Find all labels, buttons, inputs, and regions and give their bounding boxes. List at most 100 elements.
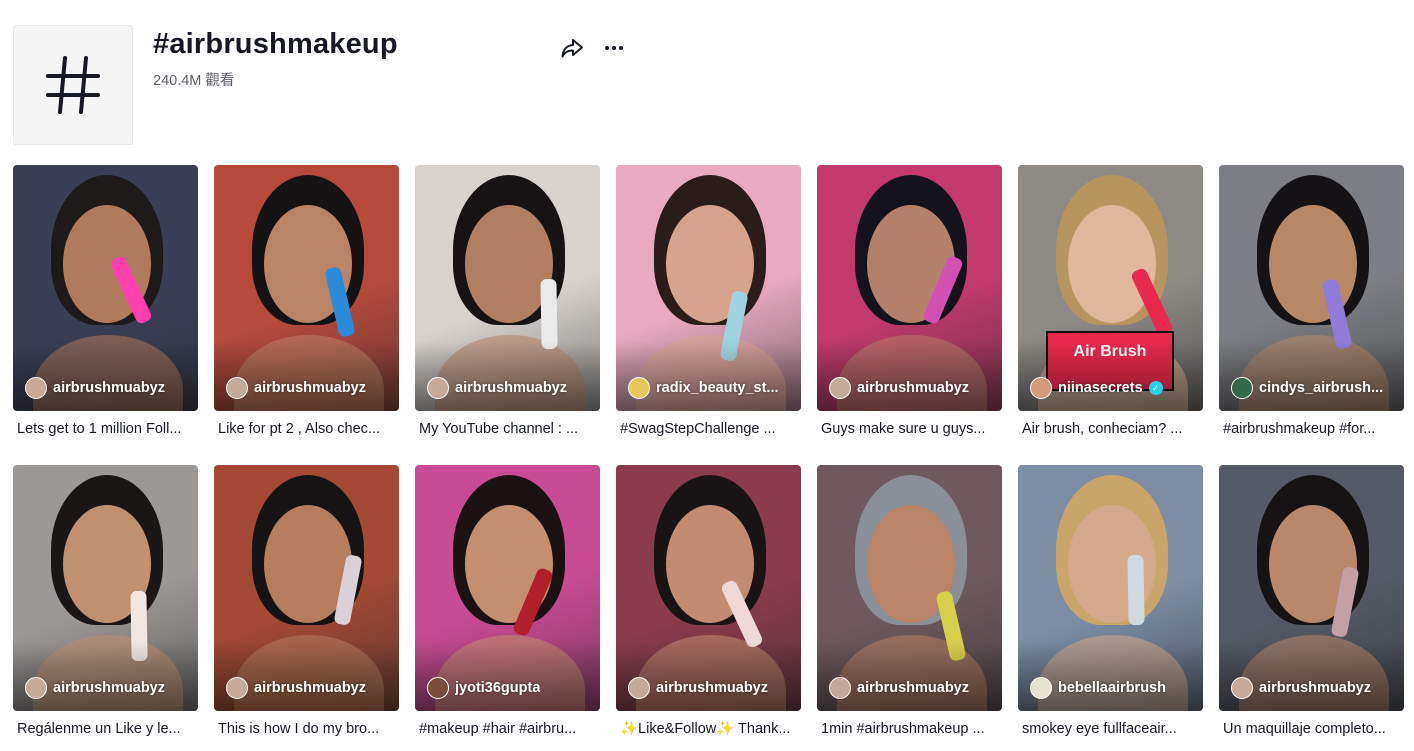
creator-link[interactable]: airbrushmuabyz: [427, 377, 567, 399]
video-card[interactable]: airbrushmuabyz Lets get to 1 million Foll…: [13, 165, 198, 465]
creator-link[interactable]: bebellaairbrush: [1030, 677, 1166, 699]
avatar: [1030, 377, 1052, 399]
video-thumbnail[interactable]: bebellaairbrush: [1018, 465, 1203, 711]
video-thumbnail[interactable]: airbrushmuabyz: [13, 465, 198, 711]
thumbnail-gradient: [817, 341, 1002, 411]
video-caption[interactable]: 1min #airbrushmakeup ...: [817, 719, 1000, 739]
video-card[interactable]: radix_beauty_st... #SwagStepChallenge ...: [616, 165, 801, 465]
video-caption[interactable]: Regálenme un Like y le...: [13, 719, 196, 739]
video-card[interactable]: airbrushmuabyz 1min #airbrushmakeup ...: [817, 465, 1002, 751]
creator-name: airbrushmuabyz: [254, 680, 366, 696]
video-grid: airbrushmuabyz Lets get to 1 million Foll…: [13, 165, 1406, 751]
creator-link[interactable]: radix_beauty_st...: [628, 377, 779, 399]
video-thumbnail[interactable]: Air Brushniinasecrets✓: [1018, 165, 1203, 411]
video-thumbnail[interactable]: airbrushmuabyz: [415, 165, 600, 411]
video-caption[interactable]: #SwagStepChallenge ...: [616, 419, 799, 439]
creator-link[interactable]: airbrushmuabyz: [628, 677, 768, 699]
hashtag-header: #airbrushmakeup 240.4M 觀看: [13, 25, 713, 145]
video-thumbnail[interactable]: airbrushmuabyz: [214, 465, 399, 711]
creator-name: airbrushmuabyz: [53, 680, 165, 696]
thumbnail-gradient: [616, 341, 801, 411]
thumbnail-gradient: [13, 641, 198, 711]
video-thumbnail[interactable]: radix_beauty_st...: [616, 165, 801, 411]
avatar: [25, 377, 47, 399]
thumbnail-gradient: [415, 641, 600, 711]
video-thumbnail[interactable]: airbrushmuabyz: [1219, 465, 1404, 711]
video-thumbnail[interactable]: airbrushmuabyz: [616, 465, 801, 711]
video-thumbnail[interactable]: airbrushmuabyz: [817, 165, 1002, 411]
video-thumbnail[interactable]: jyoti36gupta: [415, 465, 600, 711]
video-caption[interactable]: Like for pt 2 , Also chec...: [214, 419, 397, 439]
video-caption[interactable]: My YouTube channel : ...: [415, 419, 598, 439]
creator-link[interactable]: jyoti36gupta: [427, 677, 540, 699]
hashtag-view-count: 240.4M 觀看: [153, 73, 235, 89]
video-caption[interactable]: This is how I do my bro...: [214, 719, 397, 739]
creator-name: airbrushmuabyz: [857, 680, 969, 696]
video-card[interactable]: airbrushmuabyz ✨Like&Follow✨ Thank...: [616, 465, 801, 751]
creator-link[interactable]: niinasecrets ✓: [1030, 377, 1163, 399]
video-caption[interactable]: smokey eye fullfaceair...: [1018, 719, 1201, 739]
creator-name: airbrushmuabyz: [656, 680, 768, 696]
video-card[interactable]: bebellaairbrush smokey eye fullfaceair...: [1018, 465, 1203, 751]
avatar: [226, 677, 248, 699]
video-thumbnail[interactable]: airbrushmuabyz: [13, 165, 198, 411]
creator-name: airbrushmuabyz: [254, 380, 366, 396]
thumbnail-gradient: [817, 641, 1002, 711]
creator-link[interactable]: airbrushmuabyz: [226, 377, 366, 399]
video-thumbnail[interactable]: airbrushmuabyz: [817, 465, 1002, 711]
video-card[interactable]: jyoti36gupta #makeup #hair #airbru...: [415, 465, 600, 751]
thumbnail-gradient: [1219, 341, 1404, 411]
video-card[interactable]: airbrushmuabyz Guys make sure u guys...: [817, 165, 1002, 465]
hashtag-avatar: [13, 25, 133, 145]
creator-name: airbrushmuabyz: [1259, 680, 1371, 696]
creator-name: airbrushmuabyz: [455, 380, 567, 396]
video-card[interactable]: airbrushmuabyz This is how I do my bro...: [214, 465, 399, 751]
creator-link[interactable]: airbrushmuabyz: [25, 377, 165, 399]
thumbnail-gradient: [415, 341, 600, 411]
video-card[interactable]: airbrushmuabyz Like for pt 2 , Also chec.…: [214, 165, 399, 465]
avatar: [829, 677, 851, 699]
creator-link[interactable]: airbrushmuabyz: [226, 677, 366, 699]
creator-name: bebellaairbrush: [1058, 680, 1166, 696]
video-card[interactable]: airbrushmuabyz Un maquillaje completo...: [1219, 465, 1404, 751]
video-card[interactable]: cindys_airbrush... #airbrushmakeup #for..…: [1219, 165, 1404, 465]
hashtag-title: #airbrushmakeup: [153, 28, 398, 60]
video-caption[interactable]: ✨Like&Follow✨ Thank...: [616, 719, 799, 739]
video-caption[interactable]: #airbrushmakeup #for...: [1219, 419, 1402, 439]
thumbnail-airbrush: [1127, 554, 1145, 626]
thumbnail-gradient: [616, 641, 801, 711]
creator-name: radix_beauty_st...: [656, 380, 779, 396]
creator-link[interactable]: airbrushmuabyz: [1231, 677, 1371, 699]
creator-link[interactable]: cindys_airbrush...: [1231, 377, 1383, 399]
video-thumbnail[interactable]: cindys_airbrush...: [1219, 165, 1404, 411]
avatar: [1231, 377, 1253, 399]
video-card[interactable]: airbrushmuabyz Regálenme un Like y le...: [13, 465, 198, 751]
thumbnail-gradient: [1018, 341, 1203, 411]
video-card[interactable]: airbrushmuabyz My YouTube channel : ...: [415, 165, 600, 465]
thumbnail-gradient: [1018, 641, 1203, 711]
creator-link[interactable]: airbrushmuabyz: [25, 677, 165, 699]
video-caption[interactable]: Air brush, conheciam? ...: [1018, 419, 1201, 439]
share-icon: [561, 39, 583, 58]
avatar: [1231, 677, 1253, 699]
share-button[interactable]: [559, 35, 585, 61]
avatar: [25, 677, 47, 699]
thumbnail-gradient: [214, 341, 399, 411]
more-options-button[interactable]: [601, 35, 627, 61]
video-caption[interactable]: #makeup #hair #airbru...: [415, 719, 598, 739]
avatar: [226, 377, 248, 399]
avatar: [628, 677, 650, 699]
avatar: [1030, 677, 1052, 699]
creator-link[interactable]: airbrushmuabyz: [829, 677, 969, 699]
video-card[interactable]: Air Brushniinasecrets✓ Air brush, conheci…: [1018, 165, 1203, 465]
avatar: [628, 377, 650, 399]
creator-link[interactable]: airbrushmuabyz: [829, 377, 969, 399]
verified-badge-icon: ✓: [1148, 381, 1163, 395]
avatar: [427, 677, 449, 699]
video-thumbnail[interactable]: airbrushmuabyz: [214, 165, 399, 411]
creator-name: airbrushmuabyz: [53, 380, 165, 396]
video-caption[interactable]: Un maquillaje completo...: [1219, 719, 1402, 739]
video-caption[interactable]: Lets get to 1 million Foll...: [13, 419, 196, 439]
thumbnail-face: [1068, 205, 1156, 323]
video-caption[interactable]: Guys make sure u guys...: [817, 419, 1000, 439]
